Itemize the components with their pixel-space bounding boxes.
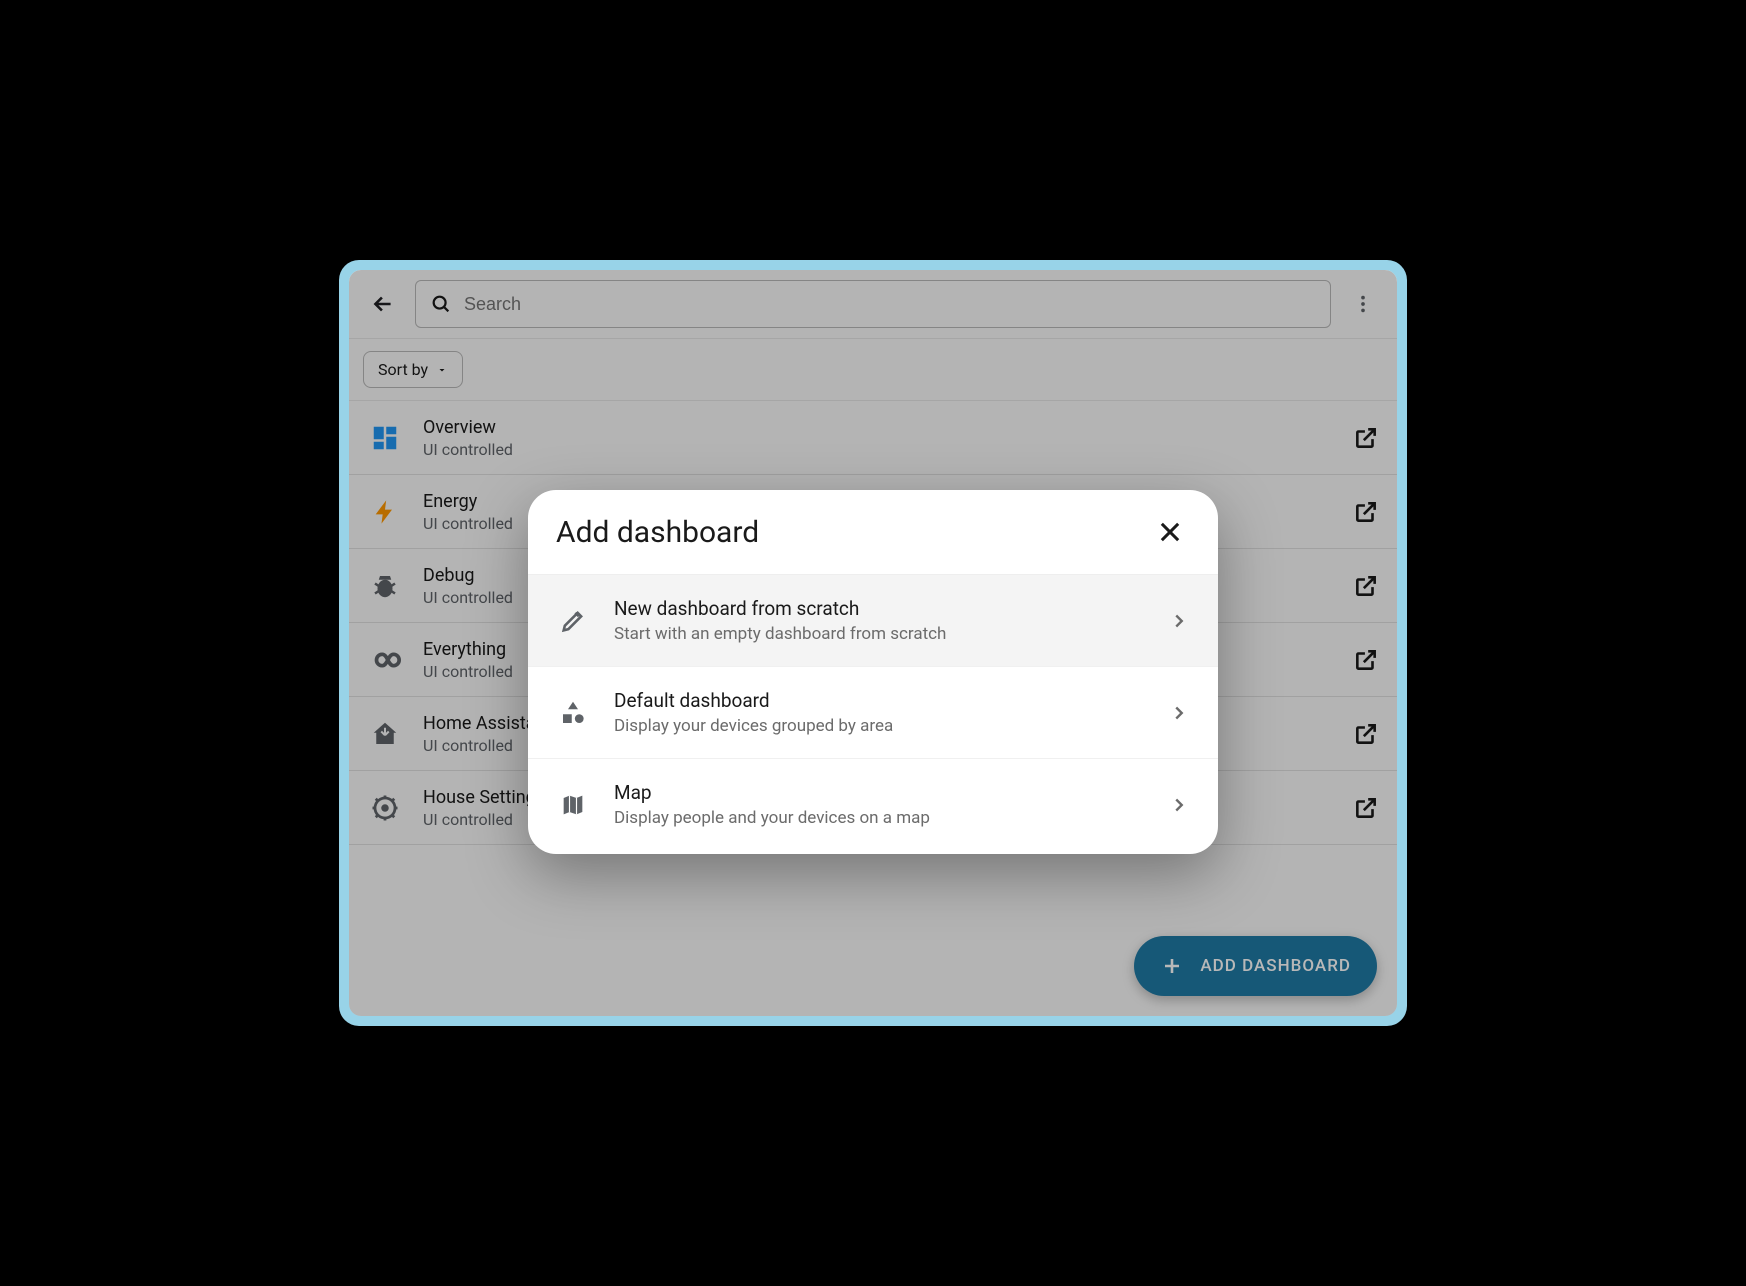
option-map[interactable]: Map Display people and your devices on a…	[528, 759, 1218, 850]
dialog-header: Add dashboard	[528, 490, 1218, 575]
option-subtitle: Display your devices grouped by area	[614, 716, 1144, 736]
add-dashboard-dialog: Add dashboard New dashboard from scratch…	[528, 490, 1218, 854]
dialog-title: Add dashboard	[556, 515, 759, 550]
dialog-close-button[interactable]	[1150, 512, 1190, 552]
option-new-dashboard[interactable]: New dashboard from scratch Start with an…	[528, 575, 1218, 667]
close-icon	[1156, 518, 1184, 546]
option-default-dashboard[interactable]: Default dashboard Display your devices g…	[528, 667, 1218, 759]
app-window: Sort by Overview UI controlled	[349, 270, 1397, 1016]
option-text: Default dashboard Display your devices g…	[614, 689, 1144, 736]
option-text: Map Display people and your devices on a…	[614, 781, 1144, 828]
chevron-right-icon	[1168, 702, 1190, 724]
device-frame: Sort by Overview UI controlled	[339, 260, 1407, 1026]
option-subtitle: Display people and your devices on a map	[614, 808, 1144, 828]
chevron-right-icon	[1168, 794, 1190, 816]
option-title: Default dashboard	[614, 689, 1144, 712]
shapes-icon	[556, 696, 590, 730]
chevron-right-icon	[1168, 610, 1190, 632]
option-text: New dashboard from scratch Start with an…	[614, 597, 1144, 644]
option-title: New dashboard from scratch	[614, 597, 1144, 620]
map-icon	[556, 788, 590, 822]
dialog-body[interactable]: New dashboard from scratch Start with an…	[528, 575, 1218, 854]
option-subtitle: Start with an empty dashboard from scrat…	[614, 624, 1144, 644]
pencil-icon	[556, 604, 590, 638]
option-title: Map	[614, 781, 1144, 804]
